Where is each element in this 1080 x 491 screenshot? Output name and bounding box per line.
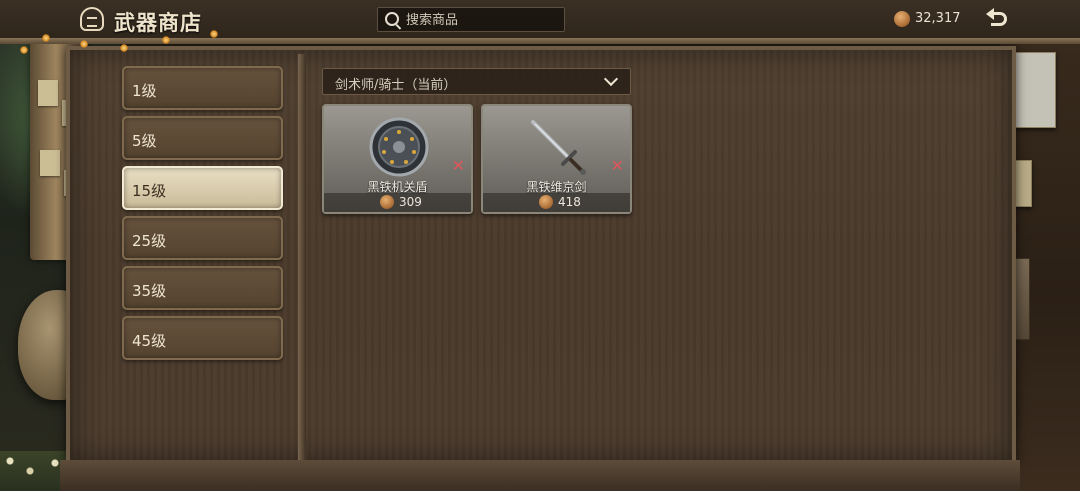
gold-coin-icon — [894, 11, 910, 27]
back-button[interactable] — [985, 8, 1013, 32]
level-tab-35[interactable]: 35级 — [122, 266, 283, 310]
level-tab-label: 25级 — [132, 232, 167, 250]
level-tab-label: 15级 — [132, 182, 167, 200]
gold-coin-icon — [380, 195, 394, 209]
class-filter-value: 剑术师/骑士（当前） — [335, 78, 457, 93]
item-card[interactable]: ✕ 黑铁维京剑 418 — [481, 104, 632, 214]
chevron-down-icon — [603, 71, 619, 87]
level-tab-label: 45级 — [132, 332, 167, 350]
item-price: 418 — [558, 195, 581, 209]
class-filter-dropdown[interactable]: 剑术师/骑士（当前） — [322, 68, 631, 95]
level-tab-1[interactable]: 1级 — [122, 66, 283, 110]
item-card[interactable]: ✕ 黑铁机关盾 309 — [322, 104, 473, 214]
class-restriction-icon: ✕ — [610, 156, 624, 175]
shop-bag-icon — [80, 7, 104, 31]
search-icon — [385, 12, 399, 26]
gold-coin-icon — [539, 195, 553, 209]
search-box[interactable] — [377, 7, 565, 32]
page-title: 武器商店 — [114, 10, 202, 35]
sword-icon — [531, 120, 586, 175]
panel-divider — [298, 54, 306, 460]
item-price-bar: 418 — [483, 193, 630, 212]
level-tab-45[interactable]: 45级 — [122, 316, 283, 360]
level-tab-15[interactable]: 15级 — [122, 166, 283, 210]
level-tab-25[interactable]: 25级 — [122, 216, 283, 260]
class-restriction-icon: ✕ — [451, 156, 465, 175]
level-tab-label: 1级 — [132, 82, 157, 100]
search-input[interactable] — [404, 10, 563, 31]
shield-icon — [369, 117, 429, 177]
pinned-note — [38, 80, 58, 106]
pinned-note — [40, 150, 60, 176]
board-bottom-frame — [60, 460, 1020, 491]
level-tab-label: 35级 — [132, 282, 167, 300]
item-price: 309 — [399, 195, 422, 209]
item-price-bar: 309 — [324, 193, 471, 212]
gold-amount: 32,317 — [915, 11, 961, 26]
level-tab-label: 5级 — [132, 132, 157, 150]
level-tab-5[interactable]: 5级 — [122, 116, 283, 160]
